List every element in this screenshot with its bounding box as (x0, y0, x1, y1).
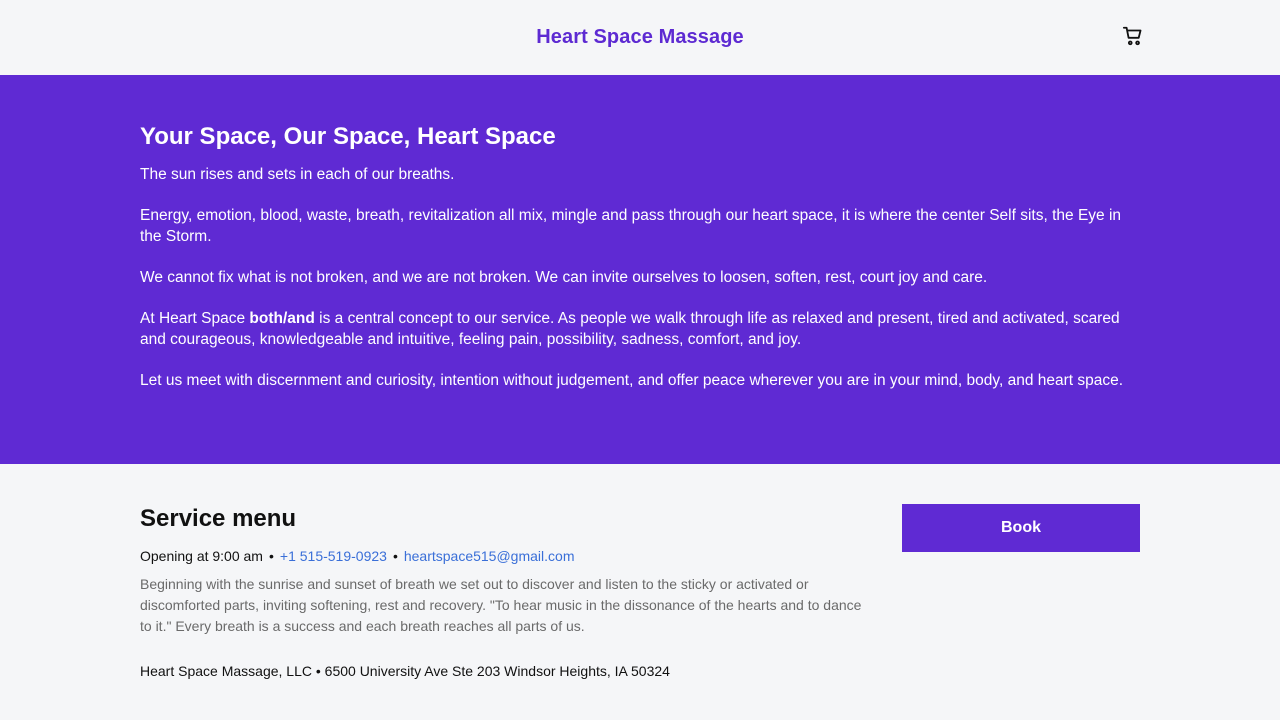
hero-paragraph: The sun rises and sets in each of our br… (140, 166, 455, 183)
hero-heading: Your Space, Our Space, Heart Space (140, 123, 556, 150)
hero-paragraph: Energy, emotion, blood, waste, breath, r… (140, 207, 1122, 245)
business-address: Heart Space Massage, LLC • 6500 Universi… (140, 663, 670, 679)
hero-paragraph-both-and: At Heart Space both/and is a central con… (140, 308, 1140, 350)
opening-hours: Opening at 9:00 am (140, 548, 263, 564)
separator: • (392, 548, 398, 564)
service-description: Beginning with the sunrise and sunset of… (140, 576, 862, 634)
email-link[interactable]: heartspace515@gmail.com (404, 548, 575, 564)
shopping-cart-icon[interactable] (1122, 25, 1144, 47)
both-and-intro: At Heart Space (140, 310, 250, 327)
site-title[interactable]: Heart Space Massage (536, 26, 744, 49)
separator: • (268, 548, 274, 564)
top-bar: Heart Space Massage (0, 0, 1280, 75)
service-section: Service menu Opening at 9:00 am • +1 515-5… (0, 464, 1280, 720)
book-button[interactable]: Book (902, 504, 1140, 552)
both-and-emphasis: both/and (249, 310, 315, 327)
hero-paragraph: Let us meet with discernment and curiosi… (140, 372, 1124, 389)
phone-link[interactable]: +1 515-519-0923 (280, 548, 387, 564)
hero-section: Your Space, Our Space, Heart Space The s… (0, 75, 1280, 464)
hero-paragraph: We cannot fix what is not broken, and we… (140, 269, 988, 286)
